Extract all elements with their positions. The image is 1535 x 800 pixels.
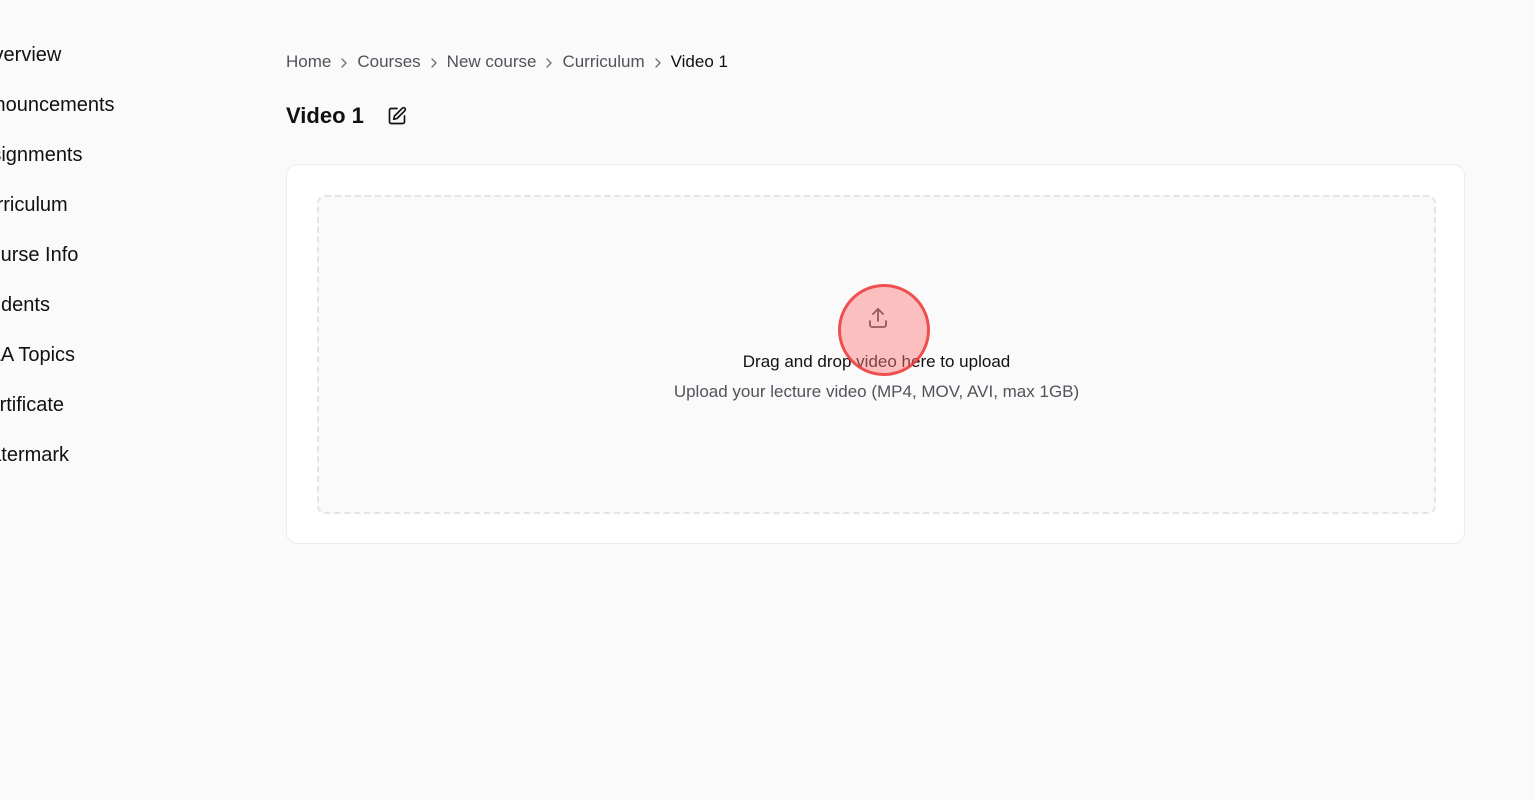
sidebar-item-certificate[interactable]: Certificate xyxy=(0,388,115,438)
chevron-right-icon xyxy=(645,52,671,72)
breadcrumb: Home Courses New course Curriculum Video… xyxy=(286,50,728,74)
sidebar-item-watermark[interactable]: Watermark xyxy=(0,438,115,488)
sidebar-item-announcements[interactable]: Announcements xyxy=(0,88,115,138)
sidebar-nav: Overview Announcements Assignments Curri… xyxy=(0,38,115,488)
title-row: Video 1 xyxy=(286,101,410,131)
video-dropzone[interactable]: Drag and drop video here to upload Uploa… xyxy=(317,195,1436,514)
breadcrumb-curriculum[interactable]: Curriculum xyxy=(562,50,644,74)
dropzone-title: Drag and drop video here to upload xyxy=(742,352,1011,371)
chevron-right-icon xyxy=(536,52,562,72)
breadcrumb-home[interactable]: Home xyxy=(286,50,331,74)
chevron-right-icon xyxy=(331,52,357,72)
sidebar-item-qa-topics[interactable]: Q&A Topics xyxy=(0,338,115,388)
upload-icon xyxy=(869,308,887,328)
edit-icon xyxy=(388,106,406,125)
dropzone-subtitle: Upload your lecture video (MP4, MOV, AVI… xyxy=(673,382,1080,401)
breadcrumb-courses[interactable]: Courses xyxy=(357,50,420,74)
sidebar: Overview Announcements Assignments Curri… xyxy=(0,0,240,800)
sidebar-item-overview[interactable]: Overview xyxy=(0,38,115,88)
chevron-right-icon xyxy=(421,52,447,72)
edit-title-button[interactable] xyxy=(384,103,410,129)
sidebar-item-assignments[interactable]: Assignments xyxy=(0,138,115,188)
sidebar-item-course-info[interactable]: Course Info xyxy=(0,238,115,288)
sidebar-item-students[interactable]: Students xyxy=(0,288,115,338)
upload-card: Drag and drop video here to upload Uploa… xyxy=(286,164,1465,544)
breadcrumb-new-course[interactable]: New course xyxy=(447,50,537,74)
sidebar-item-curriculum[interactable]: Curriculum xyxy=(0,188,115,238)
breadcrumb-current: Video 1 xyxy=(670,52,728,71)
page-title: Video 1 xyxy=(286,103,364,128)
